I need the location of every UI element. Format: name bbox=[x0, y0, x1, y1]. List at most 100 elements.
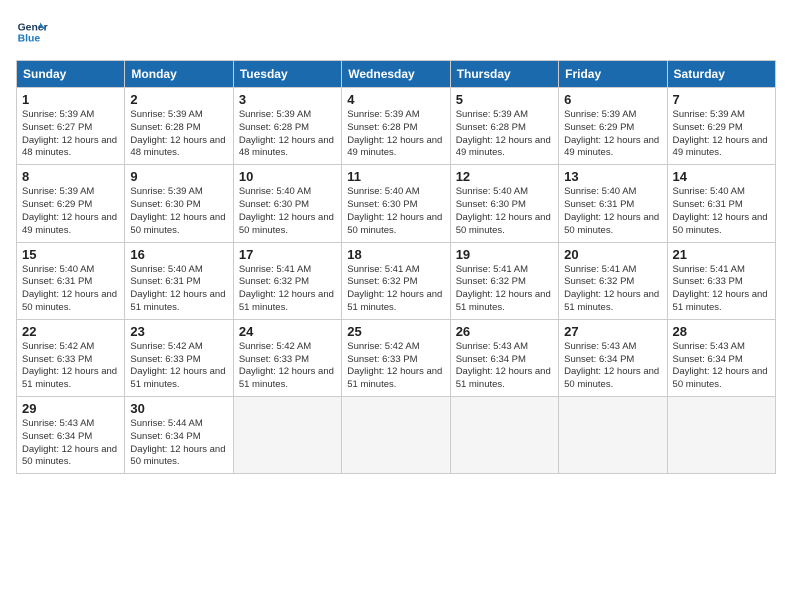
day-info: Sunrise: 5:42 AMSunset: 6:33 PMDaylight:… bbox=[130, 341, 227, 392]
calendar-cell: 16 Sunrise: 5:40 AMSunset: 6:31 PMDayligh… bbox=[125, 242, 233, 319]
day-number: 9 bbox=[130, 169, 227, 184]
page-header: General Blue bbox=[16, 16, 776, 48]
day-info: Sunrise: 5:43 AMSunset: 6:34 PMDaylight:… bbox=[564, 341, 661, 392]
week-row-1: 1 Sunrise: 5:39 AMSunset: 6:27 PMDaylight… bbox=[17, 88, 776, 165]
calendar-cell: 1 Sunrise: 5:39 AMSunset: 6:27 PMDaylight… bbox=[17, 88, 125, 165]
day-info: Sunrise: 5:39 AMSunset: 6:29 PMDaylight:… bbox=[673, 109, 770, 160]
calendar-cell: 3 Sunrise: 5:39 AMSunset: 6:28 PMDaylight… bbox=[233, 88, 341, 165]
week-row-4: 22 Sunrise: 5:42 AMSunset: 6:33 PMDayligh… bbox=[17, 319, 776, 396]
day-number: 5 bbox=[456, 92, 553, 107]
calendar-cell bbox=[233, 397, 341, 474]
day-number: 27 bbox=[564, 324, 661, 339]
day-info: Sunrise: 5:41 AMSunset: 6:32 PMDaylight:… bbox=[239, 264, 336, 315]
day-number: 29 bbox=[22, 401, 119, 416]
day-number: 21 bbox=[673, 247, 770, 262]
day-info: Sunrise: 5:39 AMSunset: 6:28 PMDaylight:… bbox=[130, 109, 227, 160]
day-number: 30 bbox=[130, 401, 227, 416]
day-number: 13 bbox=[564, 169, 661, 184]
day-info: Sunrise: 5:39 AMSunset: 6:28 PMDaylight:… bbox=[239, 109, 336, 160]
day-info: Sunrise: 5:41 AMSunset: 6:32 PMDaylight:… bbox=[456, 264, 553, 315]
day-number: 24 bbox=[239, 324, 336, 339]
calendar-cell: 26Sunrise: 5:43 AMSunset: 6:34 PMDayligh… bbox=[450, 319, 558, 396]
day-number: 16 bbox=[130, 247, 227, 262]
calendar-cell: 4 Sunrise: 5:39 AMSunset: 6:28 PMDaylight… bbox=[342, 88, 450, 165]
day-number: 14 bbox=[673, 169, 770, 184]
day-header-monday: Monday bbox=[125, 61, 233, 88]
day-header-sunday: Sunday bbox=[17, 61, 125, 88]
calendar-cell: 28Sunrise: 5:43 AMSunset: 6:34 PMDayligh… bbox=[667, 319, 775, 396]
calendar-cell bbox=[342, 397, 450, 474]
day-number: 3 bbox=[239, 92, 336, 107]
day-number: 22 bbox=[22, 324, 119, 339]
calendar-cell: 7 Sunrise: 5:39 AMSunset: 6:29 PMDaylight… bbox=[667, 88, 775, 165]
day-info: Sunrise: 5:39 AMSunset: 6:28 PMDaylight:… bbox=[456, 109, 553, 160]
day-header-friday: Friday bbox=[559, 61, 667, 88]
calendar-cell bbox=[450, 397, 558, 474]
calendar-table: SundayMondayTuesdayWednesdayThursdayFrid… bbox=[16, 60, 776, 474]
day-info: Sunrise: 5:39 AMSunset: 6:27 PMDaylight:… bbox=[22, 109, 119, 160]
day-header-wednesday: Wednesday bbox=[342, 61, 450, 88]
day-number: 25 bbox=[347, 324, 444, 339]
day-number: 4 bbox=[347, 92, 444, 107]
day-number: 11 bbox=[347, 169, 444, 184]
calendar-cell: 24Sunrise: 5:42 AMSunset: 6:33 PMDayligh… bbox=[233, 319, 341, 396]
calendar-cell: 9 Sunrise: 5:39 AMSunset: 6:30 PMDaylight… bbox=[125, 165, 233, 242]
day-info: Sunrise: 5:40 AMSunset: 6:31 PMDaylight:… bbox=[130, 264, 227, 315]
calendar-cell: 12Sunrise: 5:40 AMSunset: 6:30 PMDayligh… bbox=[450, 165, 558, 242]
calendar-cell: 18 Sunrise: 5:41 AMSunset: 6:32 PMDayligh… bbox=[342, 242, 450, 319]
day-number: 17 bbox=[239, 247, 336, 262]
day-info: Sunrise: 5:41 AMSunset: 6:32 PMDaylight:… bbox=[564, 264, 661, 315]
calendar-cell: 15 Sunrise: 5:40 AMSunset: 6:31 PMDayligh… bbox=[17, 242, 125, 319]
calendar-cell: 22Sunrise: 5:42 AMSunset: 6:33 PMDayligh… bbox=[17, 319, 125, 396]
calendar-cell: 23 Sunrise: 5:42 AMSunset: 6:33 PMDayligh… bbox=[125, 319, 233, 396]
day-number: 1 bbox=[22, 92, 119, 107]
header-row: SundayMondayTuesdayWednesdayThursdayFrid… bbox=[17, 61, 776, 88]
day-number: 2 bbox=[130, 92, 227, 107]
day-info: Sunrise: 5:43 AMSunset: 6:34 PMDaylight:… bbox=[456, 341, 553, 392]
day-info: Sunrise: 5:40 AMSunset: 6:31 PMDaylight:… bbox=[673, 186, 770, 237]
day-info: Sunrise: 5:39 AMSunset: 6:30 PMDaylight:… bbox=[130, 186, 227, 237]
calendar-cell: 17 Sunrise: 5:41 AMSunset: 6:32 PMDayligh… bbox=[233, 242, 341, 319]
day-info: Sunrise: 5:43 AMSunset: 6:34 PMDaylight:… bbox=[22, 418, 119, 469]
calendar-cell: 20 Sunrise: 5:41 AMSunset: 6:32 PMDayligh… bbox=[559, 242, 667, 319]
day-number: 18 bbox=[347, 247, 444, 262]
calendar-cell: 6Sunrise: 5:39 AMSunset: 6:29 PMDaylight… bbox=[559, 88, 667, 165]
day-number: 8 bbox=[22, 169, 119, 184]
svg-text:Blue: Blue bbox=[18, 34, 41, 45]
day-info: Sunrise: 5:40 AMSunset: 6:30 PMDaylight:… bbox=[239, 186, 336, 237]
day-info: Sunrise: 5:39 AMSunset: 6:28 PMDaylight:… bbox=[347, 109, 444, 160]
day-number: 23 bbox=[130, 324, 227, 339]
day-info: Sunrise: 5:40 AMSunset: 6:30 PMDaylight:… bbox=[347, 186, 444, 237]
calendar-cell bbox=[667, 397, 775, 474]
day-number: 10 bbox=[239, 169, 336, 184]
calendar-cell: 13Sunrise: 5:40 AMSunset: 6:31 PMDayligh… bbox=[559, 165, 667, 242]
day-number: 20 bbox=[564, 247, 661, 262]
calendar-cell bbox=[559, 397, 667, 474]
day-header-tuesday: Tuesday bbox=[233, 61, 341, 88]
calendar-cell: 21Sunrise: 5:41 AMSunset: 6:33 PMDayligh… bbox=[667, 242, 775, 319]
day-number: 15 bbox=[22, 247, 119, 262]
week-row-3: 15 Sunrise: 5:40 AMSunset: 6:31 PMDayligh… bbox=[17, 242, 776, 319]
day-header-saturday: Saturday bbox=[667, 61, 775, 88]
day-header-thursday: Thursday bbox=[450, 61, 558, 88]
week-row-2: 8Sunrise: 5:39 AMSunset: 6:29 PMDaylight… bbox=[17, 165, 776, 242]
day-info: Sunrise: 5:41 AMSunset: 6:32 PMDaylight:… bbox=[347, 264, 444, 315]
logo-icon: General Blue bbox=[16, 16, 48, 48]
calendar-cell: 10 Sunrise: 5:40 AMSunset: 6:30 PMDayligh… bbox=[233, 165, 341, 242]
day-number: 6 bbox=[564, 92, 661, 107]
day-info: Sunrise: 5:40 AMSunset: 6:31 PMDaylight:… bbox=[22, 264, 119, 315]
calendar-cell: 11 Sunrise: 5:40 AMSunset: 6:30 PMDayligh… bbox=[342, 165, 450, 242]
calendar-cell: 25 Sunrise: 5:42 AMSunset: 6:33 PMDayligh… bbox=[342, 319, 450, 396]
calendar-cell: 14 Sunrise: 5:40 AMSunset: 6:31 PMDayligh… bbox=[667, 165, 775, 242]
day-number: 19 bbox=[456, 247, 553, 262]
calendar-cell: 2 Sunrise: 5:39 AMSunset: 6:28 PMDaylight… bbox=[125, 88, 233, 165]
day-info: Sunrise: 5:42 AMSunset: 6:33 PMDaylight:… bbox=[347, 341, 444, 392]
day-info: Sunrise: 5:40 AMSunset: 6:30 PMDaylight:… bbox=[456, 186, 553, 237]
calendar-cell: 19 Sunrise: 5:41 AMSunset: 6:32 PMDayligh… bbox=[450, 242, 558, 319]
logo: General Blue bbox=[16, 16, 48, 48]
calendar-cell: 30Sunrise: 5:44 AMSunset: 6:34 PMDayligh… bbox=[125, 397, 233, 474]
day-number: 28 bbox=[673, 324, 770, 339]
day-number: 7 bbox=[673, 92, 770, 107]
calendar-cell: 8Sunrise: 5:39 AMSunset: 6:29 PMDaylight… bbox=[17, 165, 125, 242]
calendar-cell: 27 Sunrise: 5:43 AMSunset: 6:34 PMDayligh… bbox=[559, 319, 667, 396]
